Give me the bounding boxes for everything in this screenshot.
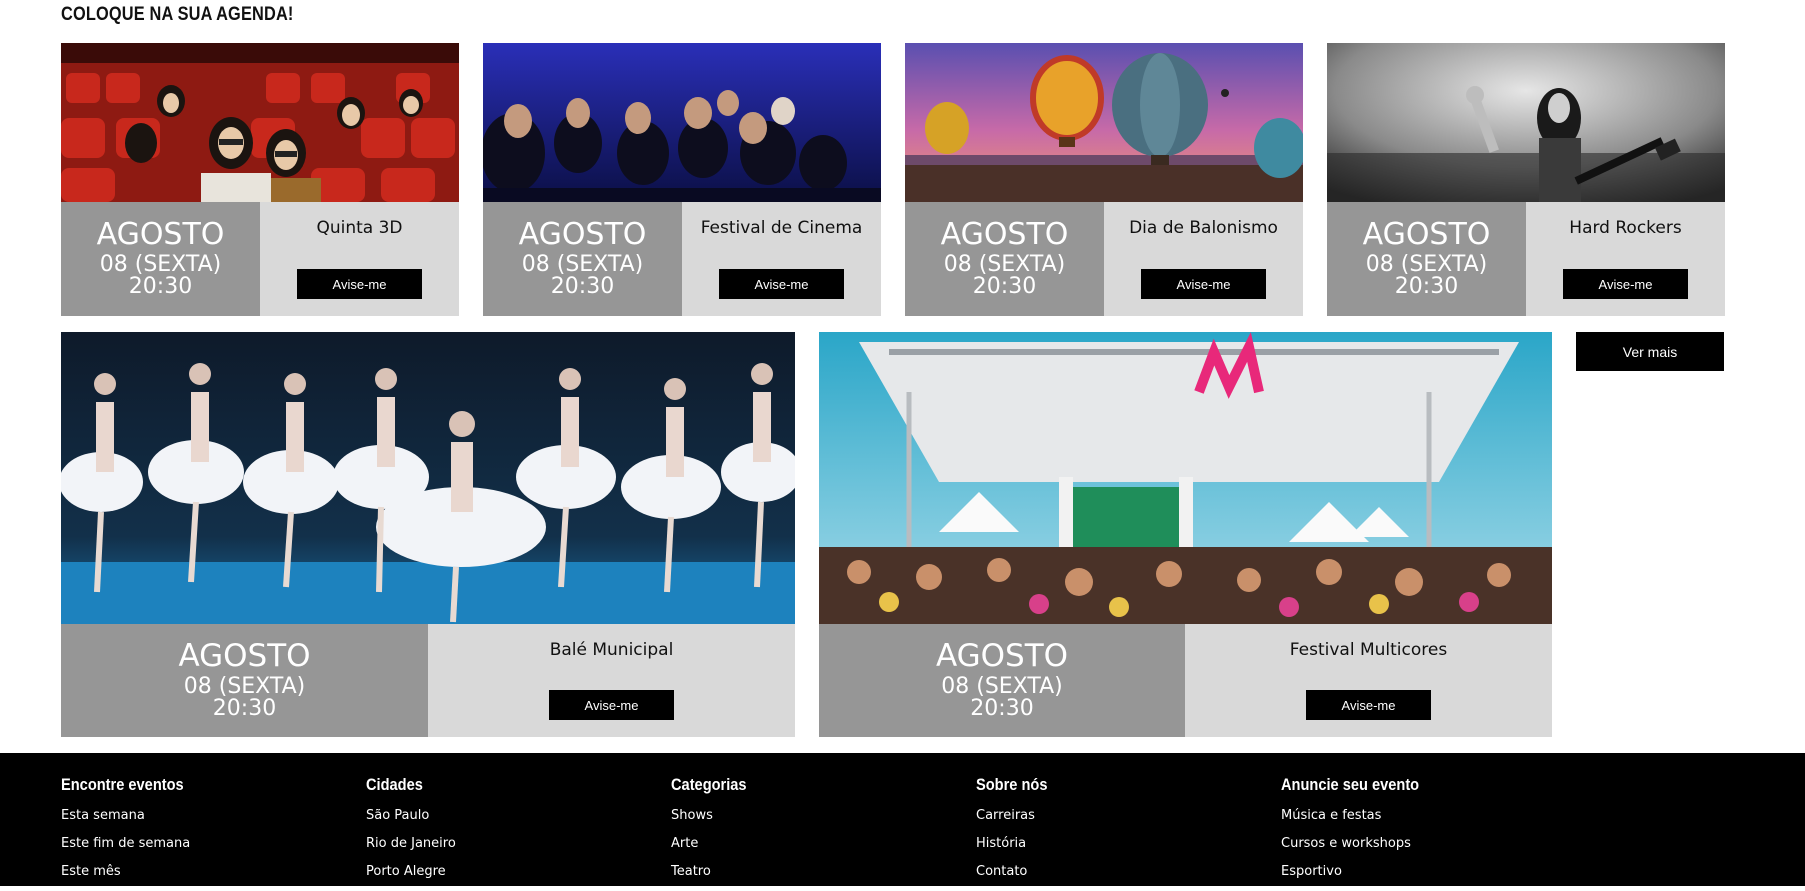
event-day: 08 (SEXTA) bbox=[943, 252, 1066, 277]
event-day: 08 (SEXTA) bbox=[1365, 252, 1488, 277]
notify-me-button[interactable]: Avise-me bbox=[1141, 269, 1266, 299]
event-name: Festival Multicores bbox=[1289, 640, 1448, 660]
footer-link[interactable]: Arte bbox=[671, 835, 759, 863]
footer-column-title: Encontre eventos bbox=[61, 775, 184, 794]
event-time: 20:30 bbox=[550, 274, 615, 299]
event-date-panel: AGOSTO 08 (SEXTA) 20:30 bbox=[1327, 202, 1526, 316]
event-card-quinta-3d: AGOSTO 08 (SEXTA) 20:30 Quinta 3D Avise-… bbox=[61, 43, 459, 316]
footer-link[interactable]: Contato bbox=[976, 863, 1059, 891]
event-image-cinema-audience[interactable] bbox=[483, 43, 881, 202]
footer-link[interactable]: Shows bbox=[671, 807, 759, 835]
event-info-panel: Quinta 3D Avise-me bbox=[260, 202, 459, 316]
footer-column-cities: Cidades São Paulo Rio de Janeiro Porto A… bbox=[366, 775, 456, 891]
event-month: AGOSTO bbox=[940, 217, 1069, 252]
event-time: 20:30 bbox=[128, 274, 193, 299]
event-name: Quinta 3D bbox=[316, 218, 403, 238]
event-month: AGOSTO bbox=[1362, 217, 1491, 252]
event-date-panel: AGOSTO 08 (SEXTA) 20:30 bbox=[61, 624, 428, 737]
notify-me-button[interactable]: Avise-me bbox=[1563, 269, 1688, 299]
footer-link[interactable]: Música e festas bbox=[1281, 807, 1442, 835]
event-info-panel: Balé Municipal Avise-me bbox=[428, 624, 795, 737]
event-image-hot-air-balloons[interactable] bbox=[905, 43, 1303, 202]
event-image-festival-stage[interactable] bbox=[819, 332, 1552, 624]
event-card-hard-rockers: AGOSTO 08 (SEXTA) 20:30 Hard Rockers Avi… bbox=[1327, 43, 1725, 316]
event-month: AGOSTO bbox=[178, 638, 311, 674]
footer-column-advertise: Anuncie seu evento Música e festas Curso… bbox=[1281, 775, 1442, 891]
event-date-panel: AGOSTO 08 (SEXTA) 20:30 bbox=[483, 202, 682, 316]
footer-column-title: Cidades bbox=[366, 775, 423, 794]
event-month: AGOSTO bbox=[96, 217, 225, 252]
event-name: Balé Municipal bbox=[549, 640, 674, 660]
event-time: 20:30 bbox=[1394, 274, 1459, 299]
event-time: 20:30 bbox=[972, 274, 1037, 299]
event-month: AGOSTO bbox=[518, 217, 647, 252]
footer-column-title: Anuncie seu evento bbox=[1281, 775, 1420, 794]
footer-column-title: Categorias bbox=[671, 775, 747, 794]
footer-column-categories: Categorias Shows Arte Teatro bbox=[671, 775, 759, 891]
notify-me-button[interactable]: Avise-me bbox=[1306, 690, 1431, 720]
notify-me-button[interactable]: Avise-me bbox=[549, 690, 674, 720]
event-day: 08 (SEXTA) bbox=[183, 674, 306, 699]
event-time: 20:30 bbox=[970, 696, 1034, 721]
event-info-panel: Dia de Balonismo Avise-me bbox=[1104, 202, 1303, 316]
event-date-panel: AGOSTO 08 (SEXTA) 20:30 bbox=[905, 202, 1104, 316]
site-footer: Encontre eventos Esta semana Este fim de… bbox=[0, 753, 1805, 886]
footer-link[interactable]: Esportivo bbox=[1281, 863, 1442, 891]
event-date-panel: AGOSTO 08 (SEXTA) 20:30 bbox=[819, 624, 1185, 737]
event-day: 08 (SEXTA) bbox=[521, 252, 644, 277]
event-info-panel: Hard Rockers Avise-me bbox=[1526, 202, 1725, 316]
section-title: COLOQUE NA SUA AGENDA! bbox=[61, 4, 294, 25]
footer-link[interactable]: São Paulo bbox=[366, 807, 456, 835]
event-name: Hard Rockers bbox=[1569, 218, 1682, 238]
footer-link[interactable]: Carreiras bbox=[976, 807, 1059, 835]
event-name: Festival de Cinema bbox=[700, 218, 863, 238]
footer-link[interactable]: Este fim de semana bbox=[61, 835, 204, 863]
event-time: 20:30 bbox=[212, 696, 277, 721]
footer-link[interactable]: Cursos e workshops bbox=[1281, 835, 1442, 863]
footer-link[interactable]: Teatro bbox=[671, 863, 759, 891]
event-card-bale-municipal: AGOSTO 08 (SEXTA) 20:30 Balé Municipal A… bbox=[61, 332, 795, 737]
event-image-ballet[interactable] bbox=[61, 332, 795, 624]
event-card-festival-de-cinema: AGOSTO 08 (SEXTA) 20:30 Festival de Cine… bbox=[483, 43, 881, 316]
footer-link[interactable]: Este mês bbox=[61, 863, 204, 891]
footer-link[interactable]: História bbox=[976, 835, 1059, 863]
event-month: AGOSTO bbox=[935, 638, 1069, 674]
event-day: 08 (SEXTA) bbox=[99, 252, 222, 277]
see-more-button[interactable]: Ver mais bbox=[1576, 332, 1724, 371]
event-card-festival-multicores: AGOSTO 08 (SEXTA) 20:30 Festival Multico… bbox=[819, 332, 1552, 737]
event-date-panel: AGOSTO 08 (SEXTA) 20:30 bbox=[61, 202, 260, 316]
footer-link[interactable]: Rio de Janeiro bbox=[366, 835, 456, 863]
event-image-rock-guitarist[interactable] bbox=[1327, 43, 1725, 202]
footer-column-find-events: Encontre eventos Esta semana Este fim de… bbox=[61, 775, 204, 891]
event-image-cinema-3d[interactable] bbox=[61, 43, 459, 202]
event-info-panel: Festival Multicores Avise-me bbox=[1185, 624, 1552, 737]
footer-column-title: Sobre nós bbox=[976, 775, 1048, 794]
footer-link[interactable]: Esta semana bbox=[61, 807, 204, 835]
event-card-dia-de-balonismo: AGOSTO 08 (SEXTA) 20:30 Dia de Balonismo… bbox=[905, 43, 1303, 316]
event-name: Dia de Balonismo bbox=[1129, 218, 1278, 238]
event-info-panel: Festival de Cinema Avise-me bbox=[682, 202, 881, 316]
footer-column-about: Sobre nós Carreiras História Contato bbox=[976, 775, 1059, 891]
notify-me-button[interactable]: Avise-me bbox=[719, 269, 844, 299]
notify-me-button[interactable]: Avise-me bbox=[297, 269, 422, 299]
event-day: 08 (SEXTA) bbox=[941, 674, 1063, 699]
footer-link[interactable]: Porto Alegre bbox=[366, 863, 456, 891]
